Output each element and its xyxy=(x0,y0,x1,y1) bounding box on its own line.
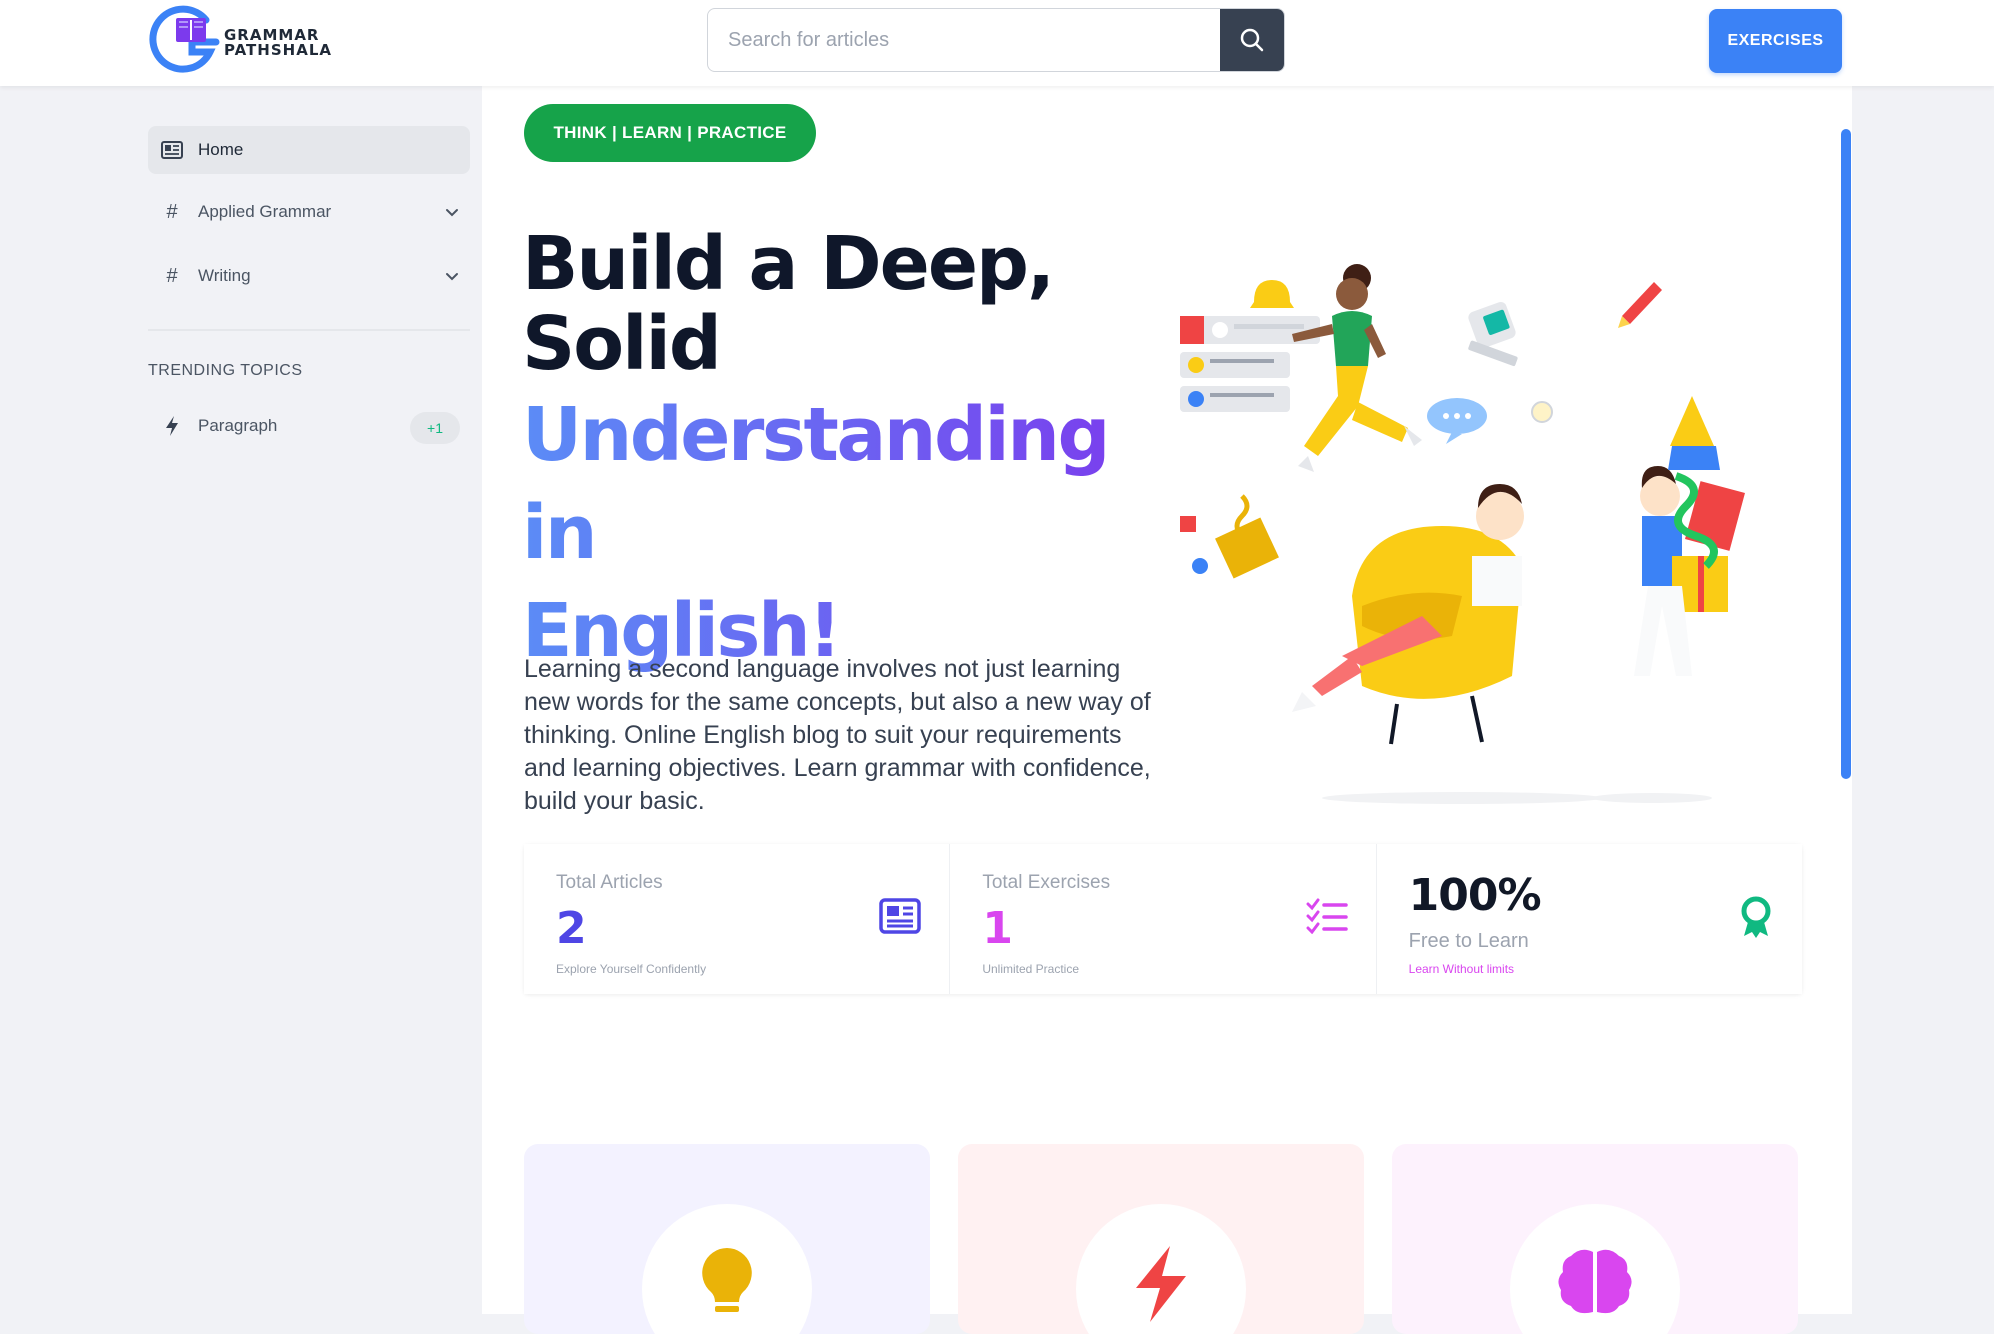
logo-line-2: PATHSHALA xyxy=(224,41,332,59)
brain-icon xyxy=(1558,1249,1632,1314)
sidebar-item-label: Applied Grammar xyxy=(198,202,332,221)
jumping-girl xyxy=(1292,264,1422,472)
search-bar xyxy=(707,8,1285,72)
feature-icon-circle xyxy=(642,1204,812,1334)
award-icon xyxy=(1741,896,1771,938)
newspaper-icon xyxy=(879,898,922,934)
feature-card[interactable] xyxy=(1392,1144,1798,1334)
search-button[interactable] xyxy=(1220,9,1284,71)
hero-title-gradient: Understanding in English! xyxy=(522,386,1162,680)
site-logo[interactable]: GRAMMAR PATHSHALA xyxy=(148,4,348,78)
stat-value: 1 xyxy=(982,903,1013,954)
feature-card[interactable] xyxy=(958,1144,1364,1334)
search-input[interactable] xyxy=(708,9,1220,71)
stat-total-articles: Total Articles 2 Explore Yourself Confid… xyxy=(524,844,951,994)
bolt-icon xyxy=(158,415,186,437)
sidebar-item-home[interactable]: Home xyxy=(148,126,470,174)
hero-title-line-1: Build a Deep, xyxy=(522,221,1055,307)
search-icon xyxy=(1240,28,1264,52)
hero-title-line-3: Understanding in xyxy=(522,392,1108,576)
notification-cards xyxy=(1180,316,1320,412)
boy-with-gift xyxy=(1634,396,1745,676)
stat-subtext: Explore Yourself Confidently xyxy=(556,962,707,976)
hero-title-line-2: Solid xyxy=(522,301,722,387)
feature-icon-circle xyxy=(1510,1204,1680,1334)
stat-value: 2 xyxy=(556,903,587,954)
logo-mark-icon xyxy=(149,5,220,73)
stat-label: Total Exercises xyxy=(982,872,1111,893)
computer xyxy=(1468,301,1518,367)
lightbulb-icon xyxy=(702,1248,752,1312)
logo-text: GRAMMAR PATHSHALA xyxy=(224,28,332,58)
main-content: THINK | LEARN | PRACTICE Build a Deep, S… xyxy=(482,86,1852,1334)
confetti-box xyxy=(1180,494,1279,579)
top-navbar: GRAMMAR PATHSHALA EXERCISES xyxy=(0,0,1994,86)
newspaper-icon xyxy=(158,141,186,159)
chevron-down-icon xyxy=(446,273,458,281)
stat-free-to-learn: 100% Free to Learn Learn Without limits xyxy=(1376,844,1802,994)
boy-in-yellow-chair xyxy=(1292,484,1524,745)
feature-card[interactable] xyxy=(524,1144,930,1334)
sidebar-divider xyxy=(148,329,470,331)
sidebar-item-label: Home xyxy=(198,140,244,159)
stat-subtext: Learn Without limits xyxy=(1408,962,1515,976)
speech-bubble xyxy=(1427,398,1487,444)
sidebar-item-writing[interactable]: # Writing xyxy=(148,252,470,300)
stat-label: Total Articles xyxy=(556,872,663,893)
trending-topics-heading: TRENDING TOPICS xyxy=(148,362,303,379)
checklist-icon xyxy=(1306,898,1348,934)
stat-subtext: Unlimited Practice xyxy=(982,962,1080,976)
stat-total-exercises: Total Exercises 1 Unlimited Practice xyxy=(950,844,1377,994)
trending-item-paragraph[interactable]: Paragraph +1 xyxy=(148,402,470,450)
tagline-badge: THINK | LEARN | PRACTICE xyxy=(524,104,816,162)
count-badge: +1 xyxy=(410,412,460,444)
stat-value: 100% xyxy=(1408,870,1542,921)
sidebar-item-label: Writing xyxy=(198,266,251,285)
lightning-icon xyxy=(1136,1246,1186,1322)
exercises-button[interactable]: EXERCISES xyxy=(1709,9,1842,73)
hash-icon: # xyxy=(166,264,178,287)
stat-label: Free to Learn xyxy=(1408,930,1529,952)
sidebar-item-applied-grammar[interactable]: # Applied Grammar xyxy=(148,188,470,236)
hero-illustration xyxy=(1180,264,1745,804)
stats-row: Total Articles 2 Explore Yourself Confid… xyxy=(524,844,1802,994)
scrollbar-thumb[interactable] xyxy=(1841,129,1851,779)
hash-icon: # xyxy=(166,200,178,223)
feature-icon-circle xyxy=(1076,1204,1246,1334)
chevron-down-icon xyxy=(446,209,458,217)
hero-description: Learning a second language involves not … xyxy=(524,655,1151,815)
hero-title: Build a Deep, Solid xyxy=(522,224,1162,384)
trending-item-label: Paragraph xyxy=(198,416,278,435)
